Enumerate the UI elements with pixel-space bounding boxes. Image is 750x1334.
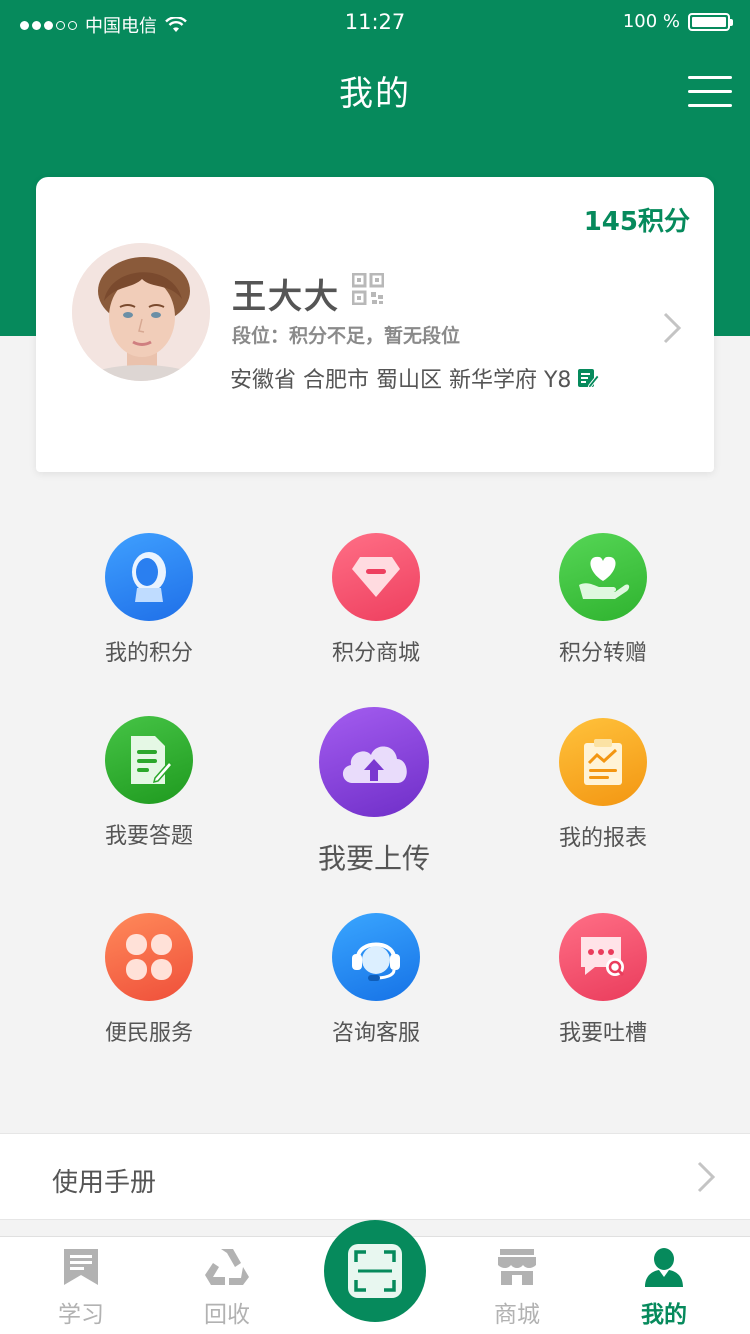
grid-item-label: 积分商城 bbox=[331, 641, 420, 666]
edit-icon[interactable] bbox=[577, 367, 600, 389]
battery-percentage: 100 % bbox=[622, 11, 680, 32]
recycle-icon bbox=[205, 1249, 249, 1285]
cloud-upload-icon bbox=[319, 707, 429, 817]
heart-hand-icon bbox=[559, 533, 647, 621]
report-chart-icon bbox=[559, 718, 647, 806]
chevron-right-icon bbox=[697, 1161, 716, 1193]
diamond-icon bbox=[332, 533, 420, 621]
bookmark-icon bbox=[64, 1249, 98, 1285]
tab-label: 回收 bbox=[204, 1302, 250, 1328]
points-badge[interactable]: 145积分 bbox=[584, 201, 690, 238]
chat-search-icon bbox=[559, 913, 647, 1001]
page-title: 我的 bbox=[339, 74, 411, 114]
grid-item-convenience-services[interactable]: 便民服务 bbox=[89, 913, 209, 1047]
avatar-image bbox=[72, 243, 210, 381]
address-row: 安徽省 合肥市 蜀山区 新华学府 Y8 bbox=[230, 362, 600, 394]
grid-item-label: 我要答题 bbox=[104, 824, 193, 849]
grid-item-label: 我要吐槽 bbox=[558, 1021, 647, 1046]
grid-item-label: 积分转赠 bbox=[558, 641, 647, 666]
grid-item-label: 便民服务 bbox=[104, 1021, 193, 1046]
grid-item-customer-service[interactable]: 咨询客服 bbox=[316, 913, 436, 1047]
rank-text: 段位：积分不足，暂无段位 bbox=[232, 325, 461, 347]
grid-item-points-transfer[interactable]: 积分转赠 bbox=[543, 533, 663, 667]
document-edit-icon bbox=[105, 716, 193, 804]
tab-mall[interactable]: 商城 bbox=[472, 1247, 562, 1329]
grid-item-my-points[interactable]: 我的积分 bbox=[89, 533, 209, 667]
status-right: 100 % bbox=[622, 11, 733, 32]
scan-icon bbox=[348, 1244, 402, 1298]
grid-item-points-mall[interactable]: 积分商城 bbox=[316, 533, 436, 667]
grid-item-label: 我的积分 bbox=[104, 641, 193, 666]
tab-label: 我的 bbox=[641, 1302, 687, 1328]
user-manual-label: 使用手册 bbox=[52, 1168, 157, 1198]
battery-icon bbox=[688, 12, 733, 31]
user-manual-row[interactable]: 使用手册 bbox=[0, 1133, 750, 1220]
avatar[interactable] bbox=[72, 243, 210, 381]
grid-item-label: 咨询客服 bbox=[331, 1021, 420, 1046]
grid-item-feedback[interactable]: 我要吐槽 bbox=[543, 913, 663, 1047]
qr-code-icon[interactable] bbox=[352, 273, 384, 305]
tab-mine[interactable]: 我的 bbox=[619, 1247, 709, 1329]
tab-label: 学习 bbox=[58, 1302, 104, 1328]
headset-icon bbox=[332, 913, 420, 1001]
clover-icon bbox=[105, 913, 193, 1001]
grid-item-upload[interactable]: 我要上传 bbox=[304, 707, 444, 877]
person-icon bbox=[645, 1248, 683, 1287]
store-icon bbox=[498, 1249, 536, 1285]
tab-label: 商城 bbox=[494, 1302, 540, 1328]
grid-item-label: 我的报表 bbox=[558, 826, 647, 851]
scan-button[interactable] bbox=[324, 1220, 426, 1322]
address-text: 安徽省 合肥市 蜀山区 新华学府 Y8 bbox=[230, 368, 572, 393]
profile-card[interactable]: 145积分 王大大 段位：积分不足，暂无段位 安徽省 合肥市 蜀山区 新华学府 … bbox=[36, 177, 714, 472]
hamburger-menu-icon[interactable] bbox=[688, 76, 732, 108]
chevron-right-icon[interactable] bbox=[662, 311, 682, 345]
user-name: 王大大 bbox=[232, 277, 340, 317]
grid-item-answer-questions[interactable]: 我要答题 bbox=[89, 716, 209, 850]
tab-recycle[interactable]: 回收 bbox=[182, 1247, 272, 1329]
grid-item-label: 我要上传 bbox=[317, 842, 430, 875]
grid-item-my-report[interactable]: 我的报表 bbox=[543, 718, 663, 852]
tab-study[interactable]: 学习 bbox=[36, 1247, 126, 1329]
status-bar: 中国电信 11:27 100 % bbox=[0, 0, 750, 46]
user-profile-icon bbox=[105, 533, 193, 621]
